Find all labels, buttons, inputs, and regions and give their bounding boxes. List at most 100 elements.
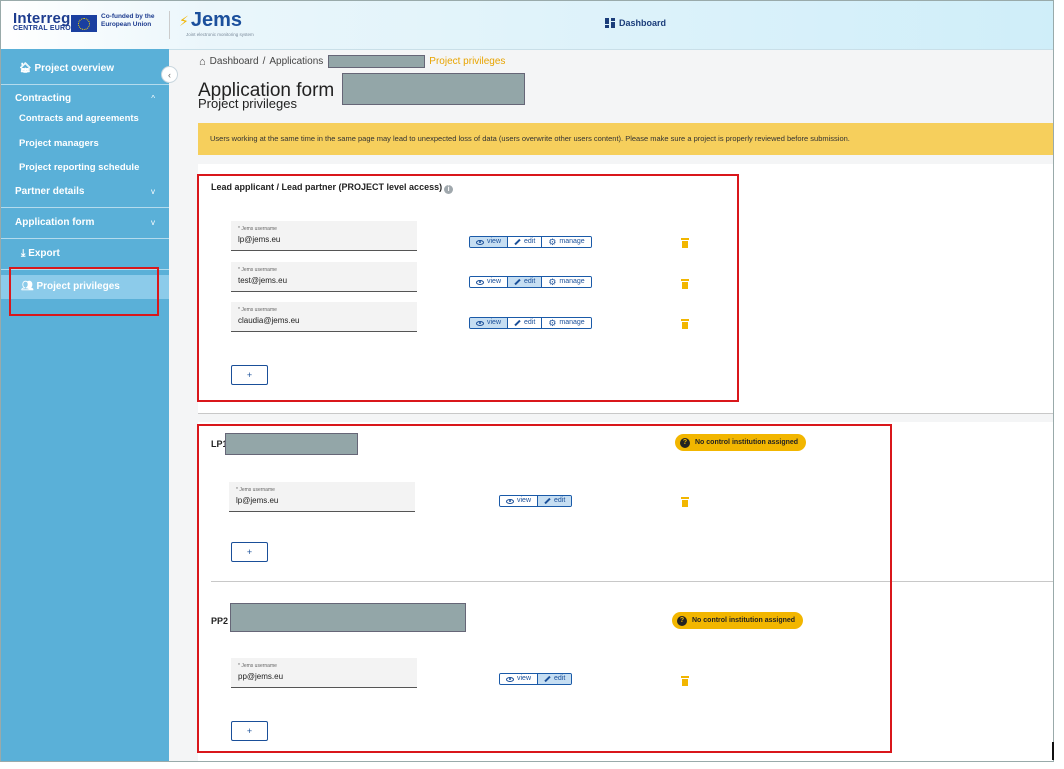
pencil-icon [544,675,551,683]
question-icon: ? [680,437,690,448]
edit-label: edit [524,278,536,285]
username-field[interactable]: * Jems username lp@jems.eu [229,482,415,512]
view-option[interactable]: view [470,277,509,287]
view-option[interactable]: view [500,496,539,506]
sidebar-item-label: Contracts and agreements [19,113,139,124]
manage-option[interactable]: ⚙ manage [542,277,591,287]
add-user-button[interactable]: + [231,365,268,385]
view-option[interactable]: view [470,237,509,247]
delete-icon[interactable] [681,238,689,248]
lead-partner-card: Lead applicant / Lead partner (PROJECT l… [198,164,1053,414]
eye-icon [506,498,514,504]
username-field-label: * Jems username [238,226,277,232]
edit-option[interactable]: edit [508,318,543,328]
add-user-button[interactable]: + [231,542,268,562]
privilege-toggle[interactable]: view edit [499,495,573,507]
username-field[interactable]: * Jems username pp@jems.eu [231,658,417,688]
status-badge-label: No control institution assigned [695,439,799,446]
view-label: view [487,319,502,326]
sidebar-divider [1,238,169,239]
status-badge-label: No control institution assigned [692,617,796,624]
view-option[interactable]: view [500,674,539,684]
breadcrumb-dashboard[interactable]: Dashboard [210,56,259,67]
sidebar-item-label: Export [28,248,60,259]
edit-option[interactable]: edit [508,277,543,287]
delete-icon[interactable] [681,497,689,507]
sidebar-item-label: Project managers [19,138,99,149]
delete-icon[interactable] [681,279,689,289]
partners-card: LP1 ? No control institution assigned * … [198,422,1053,761]
breadcrumb-applications[interactable]: Applications [269,56,323,67]
gear-icon: ⚙ [548,237,557,247]
pencil-icon [514,319,521,327]
cofunded-text: Co-funded by the European Union [101,13,155,28]
sidebar-item-label: Contracting [15,93,72,104]
sidebar-item-label: Application form [15,217,95,228]
sidebar-item-export[interactable]: ⤓ Export [1,246,169,262]
username-value[interactable]: pp@jems.eu [238,672,408,681]
dashboard-link[interactable]: Dashboard [605,18,666,28]
privilege-toggle[interactable]: view edit ⚙ manage [469,276,592,288]
breadcrumb-separator: / [262,56,266,67]
username-value[interactable]: claudia@jems.eu [238,316,408,325]
partner-block-lp1: LP1 ? No control institution assigned * … [211,422,1053,582]
eye-icon [476,279,484,285]
view-label: view [487,238,502,245]
username-value[interactable]: test@jems.eu [238,276,408,285]
chevron-down-icon: v [151,218,155,227]
edit-option[interactable]: edit [538,674,572,684]
jems-logo[interactable]: ⚡ Jems [179,9,242,32]
chevron-down-icon: v [151,187,155,196]
add-user-button[interactable]: + [231,721,268,741]
question-icon: ? [677,615,687,626]
redacted-block [341,73,525,105]
dashboard-link-label: Dashboard [619,18,667,28]
username-field-label: * Jems username [238,663,277,669]
redacted-block [328,55,426,68]
edit-option[interactable]: edit [538,496,572,506]
chevron-up-icon: ^ [151,94,155,103]
manage-option[interactable]: ⚙ manage [542,318,591,328]
redacted-block [230,603,466,632]
sidebar-item-project-managers[interactable]: Project managers [1,137,169,151]
sidebar-item-label: Project overview [34,63,114,74]
eye-icon [506,676,514,682]
delete-icon[interactable] [681,676,689,686]
breadcrumb-current: Project privileges [429,56,506,67]
sidebar-item-project-overview[interactable]: 🏠︎ Project overview [1,61,169,77]
privilege-toggle[interactable]: view edit ⚙ manage [469,317,592,329]
username-value[interactable]: lp@jems.eu [238,235,408,244]
username-field-label: * Jems username [238,267,277,273]
username-field[interactable]: * Jems username test@jems.eu [231,262,417,292]
privilege-toggle[interactable]: view edit [499,673,573,685]
home-icon[interactable]: ⌂ [199,56,206,68]
sidebar-item-project-privileges[interactable]: 👥︎ Project privileges [1,275,169,299]
username-value[interactable]: lp@jems.eu [236,496,406,505]
edit-label: edit [554,497,566,504]
jems-logo-sub: Joint electronic monitoring system [186,32,254,37]
sidebar-item-application-form[interactable]: Application form v [1,215,169,231]
manage-label: manage [559,278,585,285]
username-field[interactable]: * Jems username lp@jems.eu [231,221,417,251]
privilege-toggle[interactable]: view edit ⚙ manage [469,236,592,248]
delete-icon[interactable] [681,319,689,329]
sidebar-item-contracts-and-agreements[interactable]: Contracts and agreements [1,112,169,126]
breadcrumb: ⌂ Dashboard / Applications Project privi… [199,55,505,68]
sidebar-divider [1,269,169,270]
sidebar-item-partner-details[interactable]: Partner details v [1,184,169,200]
edit-option[interactable]: edit [508,237,543,247]
partner-block-pp2: PP2 ? No control institution assigned * … [198,600,1053,761]
manage-option[interactable]: ⚙ manage [542,237,591,247]
sidebar-item-label: Project privileges [36,281,120,292]
view-option[interactable]: view [470,318,509,328]
info-icon[interactable]: i [444,185,454,194]
dashboard-icon [605,18,615,28]
pencil-icon [514,278,521,286]
collapse-sidebar-button[interactable]: ‹ [161,66,178,83]
top-bar: Interreg CENTRAL EUROPE Co-funded by the… [1,1,1053,50]
sidebar-item-project-reporting-schedule[interactable]: Project reporting schedule [1,161,169,175]
section-title: Lead applicant / Lead partner (PROJECT l… [211,182,454,194]
status-badge: ? No control institution assigned [675,434,807,451]
username-field[interactable]: * Jems username claudia@jems.eu [231,302,417,332]
sidebar-item-contracting[interactable]: Contracting ^ [1,91,169,107]
